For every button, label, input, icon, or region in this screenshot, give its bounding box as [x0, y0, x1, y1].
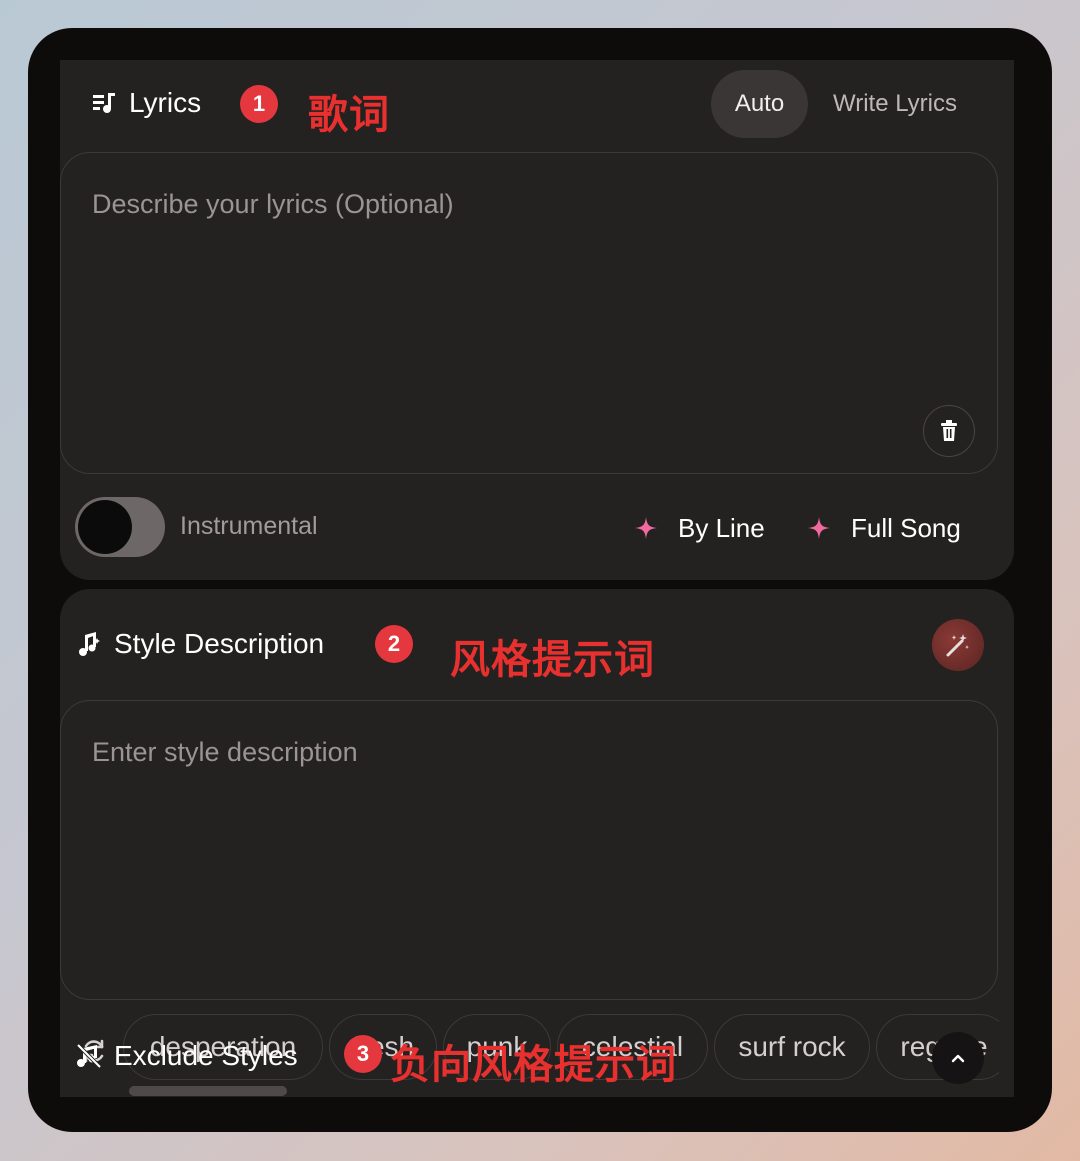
style-title: Style Description	[114, 628, 325, 659]
generate-style-button[interactable]	[932, 619, 984, 671]
full-song-button[interactable]: Full Song	[807, 510, 961, 546]
instrumental-label: Instrumental	[180, 512, 318, 540]
exclude-step-badge: 3	[344, 1035, 382, 1073]
instrumental-toggle[interactable]	[75, 497, 165, 557]
style-textarea[interactable]: Enter style description desperation fres…	[60, 700, 999, 1096]
auto-mode-button[interactable]: Auto	[711, 70, 808, 138]
lyrics-annotation: 歌词	[308, 92, 390, 138]
exclude-title: Exclude Styles	[114, 1040, 298, 1071]
magic-wand-icon	[946, 634, 969, 657]
lyrics-placeholder: Describe your lyrics (Optional)	[92, 189, 454, 219]
app-window: Lyrics 1 歌词 Auto Write Lyrics Describe y…	[28, 28, 1052, 1132]
sparkle-icon	[635, 517, 657, 539]
chips-scrollbar[interactable]	[129, 1086, 287, 1096]
style-placeholder: Enter style description	[92, 737, 358, 767]
style-step-badge: 2	[375, 625, 413, 663]
lyrics-textarea[interactable]: Describe your lyrics (Optional)	[60, 152, 998, 474]
lyrics-icon	[93, 93, 115, 113]
style-panel: Style Description 2 风格提示词 Enter style de…	[60, 589, 1014, 1097]
by-line-label: By Line	[678, 512, 765, 543]
style-chip[interactable]: surf rock	[714, 1014, 870, 1080]
lyrics-step-badge: 1	[240, 85, 278, 123]
full-song-label: Full Song	[851, 512, 961, 543]
exclude-styles-icon	[76, 1043, 102, 1069]
toggle-knob	[78, 500, 132, 554]
style-annotation: 风格提示词	[450, 637, 655, 683]
lyrics-title: Lyrics	[129, 87, 202, 118]
sparkle-icon	[808, 517, 830, 539]
clear-lyrics-button[interactable]	[923, 405, 975, 457]
write-lyrics-button[interactable]: Write Lyrics	[820, 70, 970, 138]
by-line-button[interactable]: By Line	[634, 510, 765, 546]
chevron-up-icon	[951, 1054, 965, 1063]
trash-icon	[941, 420, 957, 441]
music-note-icon	[79, 632, 100, 656]
lyrics-panel: Lyrics 1 歌词 Auto Write Lyrics Describe y…	[60, 60, 1014, 580]
collapse-exclude-button[interactable]	[932, 1032, 984, 1084]
exclude-annotation: 负向风格提示词	[390, 1042, 677, 1088]
